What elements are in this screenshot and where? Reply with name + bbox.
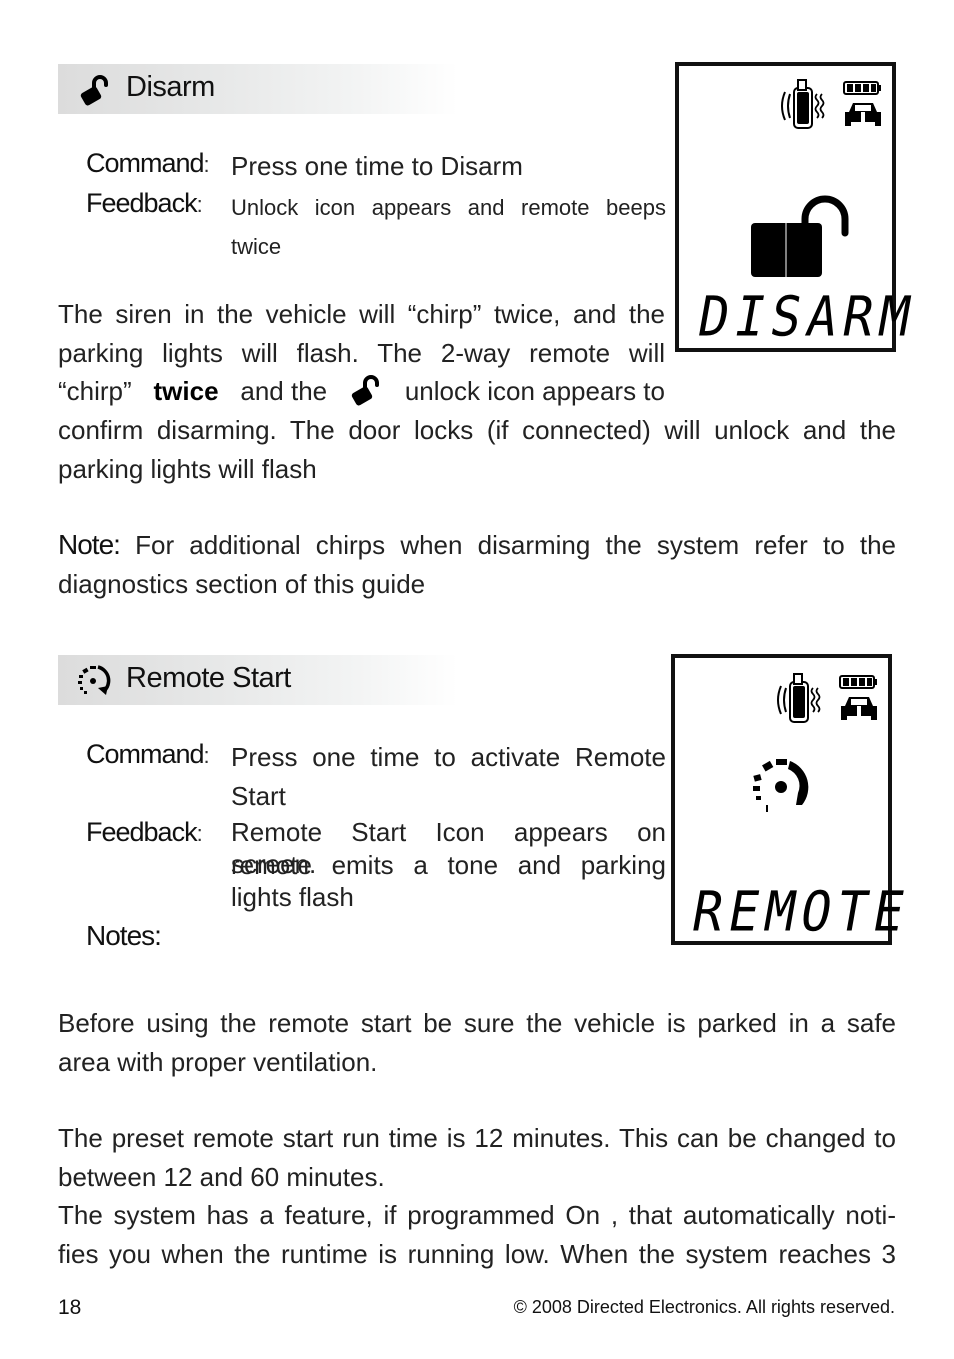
page-number: 18 (58, 1296, 82, 1319)
text: “chirp” (58, 376, 132, 406)
disarm-section-header: Disarm (58, 64, 458, 114)
remote-start-title: Remote Start (126, 662, 291, 694)
paragraph-line: parking lights will flash (58, 453, 317, 484)
paragraph-line: The siren in the vehicle will “chirp” tw… (58, 299, 665, 329)
paragraph-line: area with proper ventilation. (58, 1046, 378, 1077)
paragraph-line: The preset remote start run time is 12 m… (58, 1123, 896, 1153)
paragraph-line: between 12 and 60 minutes. (58, 1161, 385, 1192)
text: and the (240, 376, 328, 406)
disarm-feedback-line2: twice (231, 234, 282, 259)
command-label-text: Command (86, 148, 205, 178)
disarm-note: Note: For additional chirps when disarmi… (58, 526, 896, 603)
disarm-paragraph: The siren in the vehicle will “chirp” tw… (58, 295, 665, 411)
battery-full-icon (839, 675, 877, 689)
remote-start-feedback-label: Feedback: (86, 817, 203, 848)
paragraph-line: fies you when the runtime is running low… (58, 1238, 896, 1269)
disarm-feedback-label: Feedback: (86, 188, 203, 219)
feedback-label-text: Feedback (86, 817, 198, 847)
remote-transmit-icon (781, 79, 825, 129)
disarm-title: Disarm (126, 71, 215, 103)
remote-start-icon (78, 665, 111, 695)
note-line: diagnostics section of this guide (58, 568, 426, 599)
paragraph-line: parking lights will flash. The 2-way rem… (58, 337, 665, 368)
remote-start-feedback-line3: lights flash (231, 882, 354, 912)
copyright-notice: © 2008 Directed Electronics. All rights … (513, 1297, 895, 1317)
remote-start-para3: The system has a feature, if programmed … (58, 1196, 896, 1273)
car-icon (845, 103, 881, 126)
colon: : (196, 821, 203, 846)
lcd-display-text: REMOTE (687, 880, 916, 944)
disarm-lcd-screen: DISARM (675, 62, 921, 352)
lock-body-icon (751, 223, 822, 277)
disarm-paragraph-cont: confirm disarming. The door locks (if co… (58, 411, 896, 488)
remote-start-command-line2: Start (231, 781, 286, 811)
bold-text: twice (153, 376, 219, 406)
disarm-command-text: Press one time to Disarm (231, 151, 523, 181)
remote-start-command-label: Command: (86, 739, 210, 770)
notes-label: Notes: (86, 920, 162, 951)
note-text: For additional chirps when disarming the… (135, 530, 896, 560)
remote-start-para1: Before using the remote start be sure th… (58, 1004, 896, 1081)
colon: : (203, 152, 210, 177)
command-label-text: Command (86, 739, 205, 769)
text: unlock icon appears to (404, 376, 665, 406)
disarm-feedback-line1: Unlock icon appears and remote beeps (231, 195, 666, 220)
colon: : (196, 192, 203, 217)
remote-transmit-icon (777, 673, 821, 723)
feedback-label-text: Feedback (86, 188, 198, 218)
note-line: Note: For additional chirps when disarmi… (58, 526, 896, 565)
unlock-icon (351, 375, 379, 406)
lcd-display-text: DISARM (693, 285, 922, 349)
remote-start-section-header: Remote Start (58, 655, 458, 705)
paragraph-line: confirm disarming. The door locks (if co… (58, 415, 896, 445)
remote-start-icon (753, 759, 809, 812)
car-icon (841, 697, 877, 720)
remote-start-lcd-screen: REMOTE (671, 654, 915, 945)
remote-start-para2: The preset remote start run time is 12 m… (58, 1119, 896, 1196)
colon: : (203, 743, 210, 768)
paragraph-line: The system has a feature, if programmed … (58, 1200, 896, 1230)
note-label: Note: (58, 529, 121, 560)
paragraph-line-with-icon: “chirp” twice and the unlock icon appear… (58, 372, 665, 411)
remote-start-feedback-line2: remote emits a tone and parking (231, 850, 666, 880)
battery-full-icon (843, 81, 881, 95)
unlock-icon (80, 75, 108, 106)
disarm-command-label: Command: (86, 148, 210, 179)
paragraph-line: Before using the remote start be sure th… (58, 1008, 896, 1038)
remote-start-command-line1: Press one time to activate Remote (231, 742, 666, 772)
